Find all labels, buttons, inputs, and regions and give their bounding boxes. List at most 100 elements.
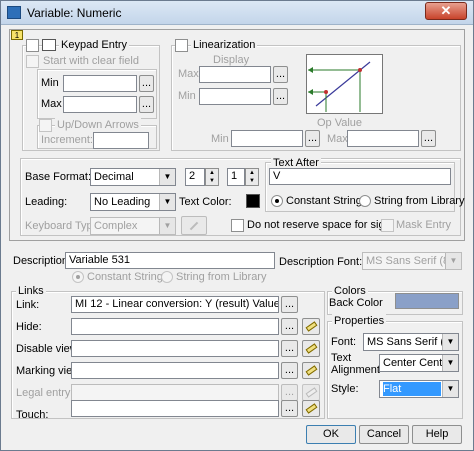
link-browse-button[interactable]: ... xyxy=(281,296,298,313)
decimal-digits-spinner[interactable]: ▲ ▼ xyxy=(245,168,259,186)
font-select[interactable]: MS Sans Serif (10,B ▼ xyxy=(363,333,459,351)
keypad-max-browse[interactable]: ... xyxy=(139,96,154,113)
legal-entry-input[interactable] xyxy=(71,384,279,401)
no-reserve-sign-checkbox[interactable] xyxy=(231,219,244,232)
linearization-label: Linearization xyxy=(191,38,258,52)
description-constant-label: Constant String xyxy=(87,271,163,283)
mask-entry-checkbox[interactable] xyxy=(381,219,394,232)
cancel-button[interactable]: Cancel xyxy=(359,425,409,444)
help-button[interactable]: Help xyxy=(412,425,462,444)
text-alignment-select[interactable]: Center Center ▼ xyxy=(379,354,459,372)
increment-label: Increment: xyxy=(41,134,93,146)
keypad-max-label: Max xyxy=(41,98,62,110)
link-input[interactable]: MI 12 - Linear conversion: Y (result) Va… xyxy=(71,296,279,313)
op-max-input[interactable] xyxy=(347,130,419,147)
font-label: Font: xyxy=(331,336,357,348)
display-max-input[interactable] xyxy=(199,66,271,83)
keypad-min-browse[interactable]: ... xyxy=(139,75,154,92)
chevron-down-icon: ▼ xyxy=(445,253,461,269)
keypad-entry-checkbox[interactable] xyxy=(26,39,39,52)
description-library-label: String from Library xyxy=(176,271,267,283)
op-max-browse[interactable]: ... xyxy=(421,130,436,147)
integer-digits-spinner[interactable]: ▲ ▼ xyxy=(205,168,219,186)
hide-browse-button[interactable]: ... xyxy=(281,318,298,335)
touch-label: Touch: xyxy=(16,409,49,421)
op-min-browse[interactable]: ... xyxy=(305,130,320,147)
op-max-label: Max xyxy=(327,133,348,145)
keyboard-edit-button[interactable] xyxy=(181,216,207,235)
style-select[interactable]: Flat ▼ xyxy=(379,380,459,398)
op-min-label: Min xyxy=(211,133,229,145)
base-format-select[interactable]: Decimal ▼ xyxy=(90,168,176,186)
base-format-label: Base Format: xyxy=(25,171,92,183)
text-color-swatch[interactable] xyxy=(246,194,260,208)
text-after-input[interactable]: V xyxy=(269,168,451,185)
eraser-icon xyxy=(305,321,318,332)
keypad-max-input[interactable] xyxy=(63,96,137,113)
legal-entry-clear-button[interactable] xyxy=(302,384,320,401)
disable-view-input[interactable] xyxy=(71,340,279,357)
eraser-icon xyxy=(305,343,318,354)
linearization-graph xyxy=(306,54,383,114)
display-min-input[interactable] xyxy=(199,88,271,105)
description-library-radio[interactable] xyxy=(161,271,173,283)
chevron-down-icon: ▼ xyxy=(159,218,175,234)
properties-group-label: Properties xyxy=(332,314,387,328)
touch-browse-button[interactable]: ... xyxy=(281,400,298,417)
chevron-down-icon: ▼ xyxy=(442,381,458,397)
display-label: Display xyxy=(213,54,250,66)
text-after-constant-label: Constant String xyxy=(286,195,362,207)
ok-button[interactable]: OK xyxy=(306,425,356,444)
disable-view-browse-button[interactable]: ... xyxy=(281,340,298,357)
touch-clear-button[interactable] xyxy=(302,400,320,417)
chevron-down-icon: ▼ xyxy=(442,355,458,371)
text-after-constant-radio[interactable] xyxy=(271,195,283,207)
style-label: Style: xyxy=(331,383,359,395)
decimal-digits-input[interactable]: 1 xyxy=(227,168,245,186)
description-input[interactable]: Variable 531 xyxy=(65,252,275,269)
disable-view-clear-button[interactable] xyxy=(302,340,320,357)
keyboard-type-select[interactable]: Complex ▼ xyxy=(90,217,176,235)
keypad-min-input[interactable] xyxy=(63,75,137,92)
leading-select[interactable]: No Leading ▼ xyxy=(90,193,176,211)
keypad-min-label: Min xyxy=(41,77,59,89)
tab-1[interactable]: 1 xyxy=(11,30,23,40)
text-color-label: Text Color: xyxy=(179,196,232,208)
eraser-icon xyxy=(305,365,318,376)
updown-label: Up/Down Arrows xyxy=(55,118,141,132)
display-max-browse[interactable]: ... xyxy=(273,66,288,83)
links-group-label: Links xyxy=(16,284,46,298)
start-clear-label: Start with clear field xyxy=(43,55,139,67)
pen-icon xyxy=(189,221,199,231)
touch-input[interactable] xyxy=(71,400,279,417)
chevron-down-icon: ▼ xyxy=(159,169,175,185)
marking-view-input[interactable] xyxy=(71,362,279,379)
updown-checkbox[interactable] xyxy=(39,119,52,132)
dialog-window: Variable: Numeric ✕ 1 Keypad Entry Start… xyxy=(0,0,474,451)
op-min-input[interactable] xyxy=(231,130,303,147)
app-icon xyxy=(7,6,21,19)
hide-label: Hide: xyxy=(16,321,42,333)
description-constant-radio[interactable] xyxy=(72,271,84,283)
hide-input[interactable] xyxy=(71,318,279,335)
back-color-swatch[interactable] xyxy=(395,293,459,309)
display-min-browse[interactable]: ... xyxy=(273,88,288,105)
legal-entry-browse-button[interactable]: ... xyxy=(281,384,298,401)
back-color-label: Back Color xyxy=(329,297,383,309)
linearization-checkbox[interactable] xyxy=(175,39,188,52)
increment-input[interactable] xyxy=(93,132,149,149)
close-button[interactable]: ✕ xyxy=(425,2,467,20)
text-after-library-label: String from Library xyxy=(374,195,465,207)
legal-entry-label: Legal entry: xyxy=(16,387,74,399)
title-bar[interactable]: Variable: Numeric ✕ xyxy=(1,1,473,25)
eraser-icon xyxy=(305,387,318,398)
marking-view-clear-button[interactable] xyxy=(302,362,320,379)
start-clear-checkbox[interactable] xyxy=(26,55,39,68)
keypad-entry-label: Keypad Entry xyxy=(59,38,130,52)
text-after-library-radio[interactable] xyxy=(359,195,371,207)
marking-view-browse-button[interactable]: ... xyxy=(281,362,298,379)
integer-digits-input[interactable]: 2 xyxy=(185,168,205,186)
hide-clear-button[interactable] xyxy=(302,318,320,335)
description-font-select[interactable]: MS Sans Serif (8) ▼ xyxy=(362,252,462,270)
keypad-icon xyxy=(42,39,56,51)
